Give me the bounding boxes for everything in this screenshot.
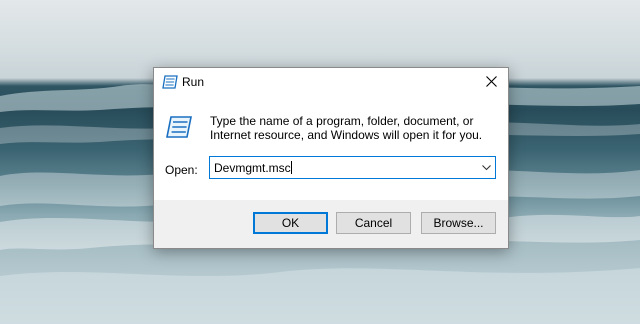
run-dialog: Run Type the name of a program, folder, … <box>153 67 509 249</box>
dialog-description: Type the name of a program, folder, docu… <box>210 114 483 142</box>
open-input-value: Devmgmt.msc <box>214 161 291 175</box>
ok-button[interactable]: OK <box>253 212 328 234</box>
cancel-button[interactable]: Cancel <box>336 212 411 234</box>
open-label: Open: <box>165 163 198 177</box>
run-large-icon <box>166 115 192 139</box>
button-bar: OK Cancel Browse... <box>154 200 508 248</box>
close-button[interactable] <box>474 68 508 94</box>
browse-button[interactable]: Browse... <box>421 212 496 234</box>
dialog-title: Run <box>182 75 205 89</box>
title-bar[interactable]: Run <box>154 68 508 96</box>
open-input[interactable]: Devmgmt.msc <box>214 161 292 175</box>
text-caret <box>290 161 292 174</box>
close-icon <box>485 75 497 87</box>
run-icon <box>162 75 178 89</box>
open-combobox[interactable]: Devmgmt.msc <box>209 156 496 179</box>
dropdown-arrow-icon[interactable] <box>479 160 493 175</box>
